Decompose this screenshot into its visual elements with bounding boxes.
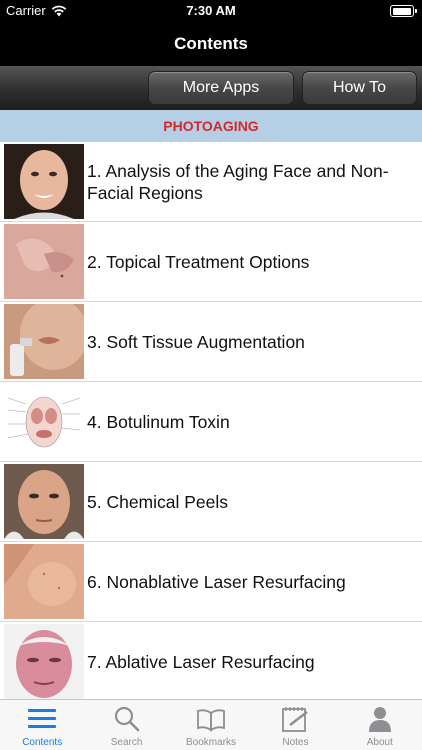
list-item[interactable]: 2. Topical Treatment Options	[0, 222, 422, 302]
lips-injection-icon	[4, 304, 84, 379]
list-item[interactable]: 4. Botulinum Toxin	[0, 382, 422, 462]
book-icon	[197, 709, 225, 732]
tab-contents[interactable]: Contents	[0, 700, 84, 750]
list-item-title: 4. Botulinum Toxin	[87, 411, 230, 432]
battery-icon	[390, 5, 417, 17]
list-item-title: 6. Nonablative Laser Resurfacing	[87, 571, 346, 592]
tab-bookmarks[interactable]: Bookmarks	[169, 700, 253, 750]
status-time: 7:30 AM	[186, 3, 236, 18]
nav-bar: Contents	[0, 22, 422, 66]
tab-label: Bookmarks	[186, 737, 237, 748]
list-item[interactable]: 5. Chemical Peels	[0, 462, 422, 542]
list-item-title: 2. Topical Treatment Options	[87, 251, 310, 272]
face-photo-icon	[4, 624, 84, 699]
face-photo-icon	[4, 464, 84, 539]
notepad-icon	[282, 707, 309, 732]
tab-label: Contents	[22, 737, 63, 748]
list-item[interactable]: 7. Ablative Laser Resurfacing	[0, 622, 422, 699]
battery-fill	[392, 7, 411, 15]
skin-closeup-icon	[4, 224, 84, 299]
section-header: PHOTOAGING	[0, 110, 422, 142]
tab-about[interactable]: About	[338, 700, 422, 750]
tab-label: Search	[110, 737, 143, 748]
person-icon	[368, 707, 391, 732]
list-item-title: 7. Ablative Laser Resurfacing	[87, 651, 315, 672]
list-item[interactable]: 3. Soft Tissue Augmentation	[0, 302, 422, 382]
tab-label: About	[366, 737, 393, 748]
page-title: Contents	[174, 34, 248, 53]
list-item[interactable]: 1. Analysis of the Aging Face and Non-Fa…	[0, 142, 422, 222]
cheek-closeup-icon	[4, 544, 84, 619]
list-item-title: 5. Chemical Peels	[87, 491, 229, 512]
tab-search[interactable]: Search	[84, 700, 168, 750]
more-apps-button[interactable]: More Apps	[148, 71, 294, 105]
face-photo-icon	[4, 144, 84, 219]
toolbar: More Apps How To	[0, 66, 422, 110]
search-icon	[114, 706, 139, 732]
status-bar: Carrier 7:30 AM	[0, 0, 422, 22]
contents-list: 1. Analysis of the Aging Face and Non-Fa…	[0, 142, 422, 699]
list-item[interactable]: 6. Nonablative Laser Resurfacing	[0, 542, 422, 622]
tab-notes[interactable]: Notes	[253, 700, 337, 750]
how-to-button[interactable]: How To	[302, 71, 417, 105]
facial-muscles-diagram-icon	[4, 384, 84, 459]
tab-label: Notes	[282, 737, 309, 748]
list-item-title: 1. Analysis of the Aging Face and Non-Fa…	[87, 160, 389, 203]
tab-bar: Contents Search Bookmarks Notes About	[0, 699, 422, 750]
list-item-title: 3. Soft Tissue Augmentation	[87, 331, 305, 352]
list-icon	[28, 709, 57, 728]
